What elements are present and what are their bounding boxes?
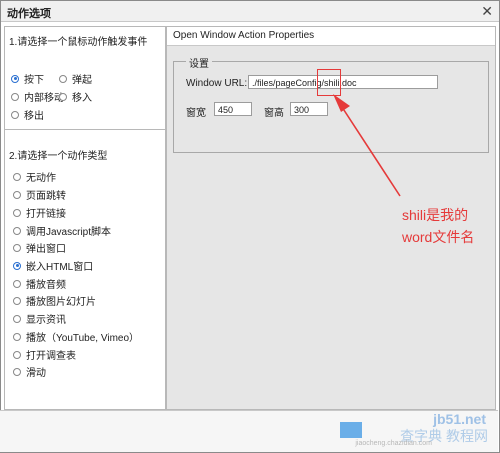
watermark-logo: [340, 422, 362, 438]
watermark-url: jiaocheng.chazidian.com: [355, 440, 432, 447]
watermark-site: jb51.net: [433, 411, 486, 427]
annotation-line-1: shili是我的: [402, 207, 469, 223]
annotation-line-2: word文件名: [402, 229, 475, 245]
annotation-text: shili是我的 word文件名: [402, 204, 474, 248]
